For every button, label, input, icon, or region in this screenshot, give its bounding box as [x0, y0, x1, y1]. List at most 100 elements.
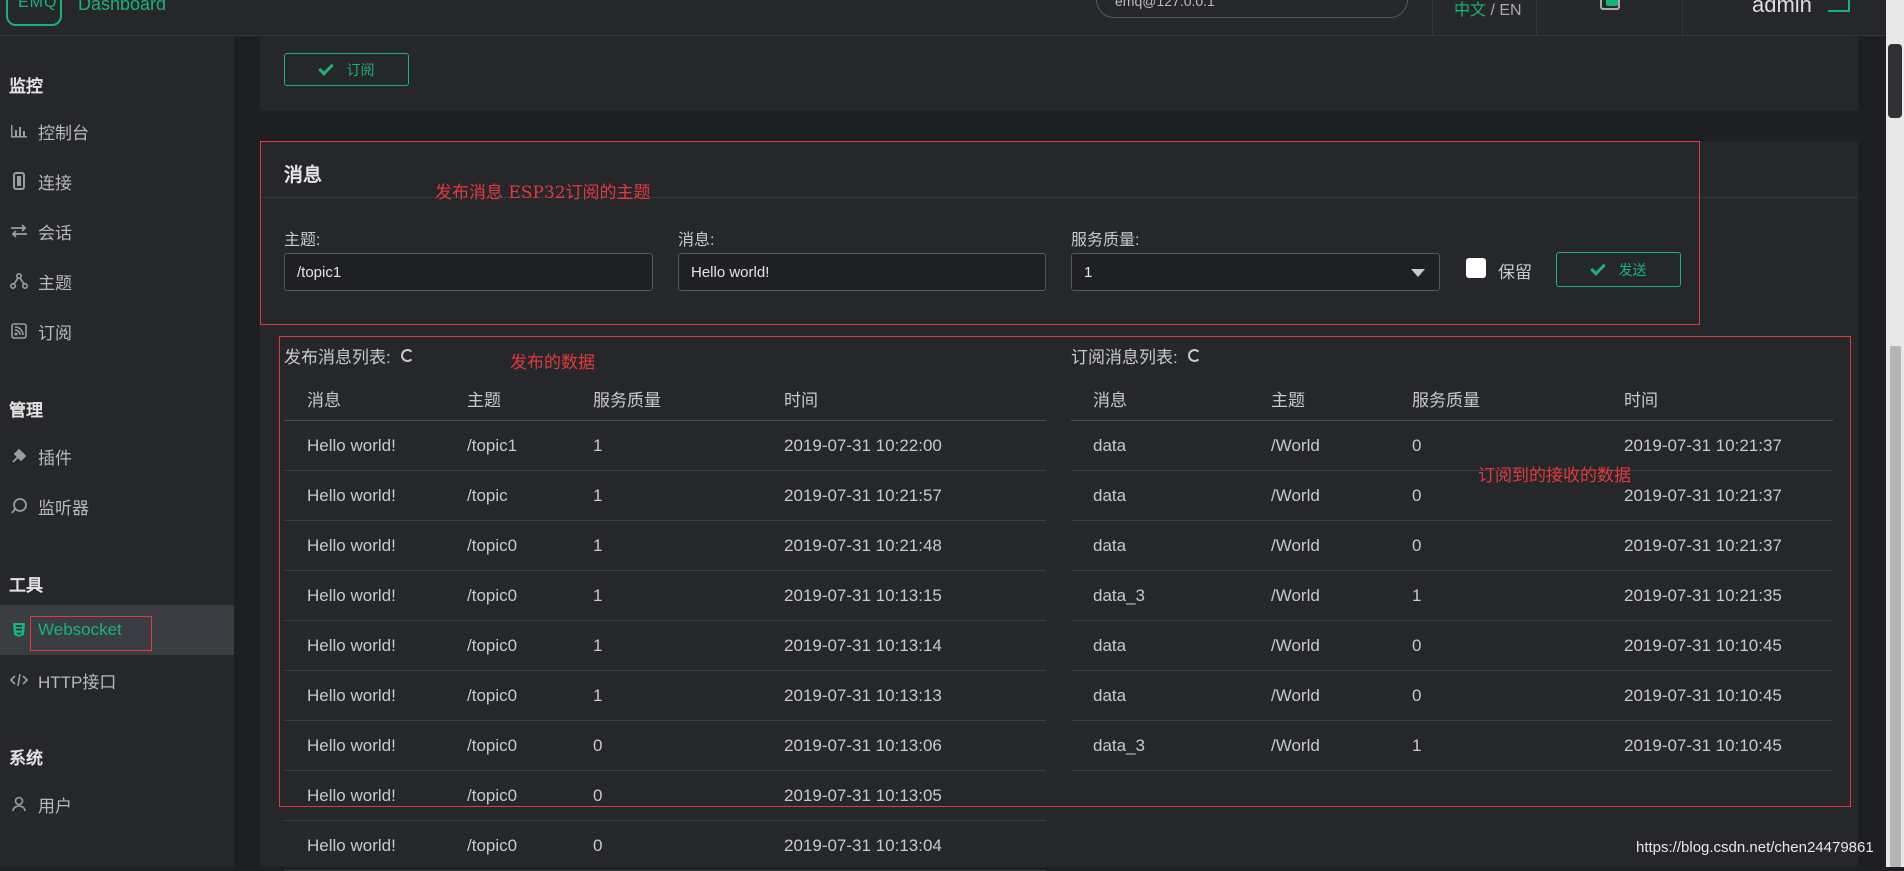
notification-icon[interactable] [1600, 0, 1620, 10]
sidebar-item-listeners[interactable]: 监听器 [0, 481, 234, 531]
message-input[interactable]: Hello world! [678, 253, 1046, 291]
table-cell: /topic0 [467, 736, 518, 755]
sidebar-item-label: 控制台 [38, 123, 89, 143]
subscribe-button[interactable]: 订阅 [284, 53, 409, 86]
sidebar-section-system: 系统 [9, 749, 43, 768]
annotation-subscribed-data: 订阅到的接收的数据 [1478, 466, 1631, 486]
table-row: Hello world! /topic0 0 2019-07-31 10:13:04 [284, 821, 1046, 871]
table-cell: 1 [1412, 586, 1422, 605]
sidebar-item-label: 订阅 [38, 323, 72, 343]
topic-label: 主题: [284, 232, 321, 249]
qos-select[interactable]: 1 [1071, 253, 1440, 291]
divider [1432, 0, 1433, 36]
lang-zh[interactable]: 中文 [1454, 2, 1486, 19]
table-cell: data_3 [1093, 736, 1145, 755]
check-icon [317, 59, 334, 76]
table-cell: Hello world! [307, 736, 396, 755]
table-row: data_3/World 1 2019-07-31 10:21:35 [1071, 571, 1833, 621]
table-cell: 2019-07-31 10:13:06 [784, 736, 942, 755]
table-cell: 2019-07-31 10:13:13 [784, 686, 942, 705]
qos-selected-value: 1 [1084, 264, 1093, 281]
table-cell: data_3 [1093, 586, 1145, 605]
top-bar: EMQ Dashboard emq@127.0.0.1 中文 / EN admi… [0, 0, 1886, 36]
published-table: 消息 主题 服务质量 时间 Hello world!/topic1 1 2019-0… [284, 371, 1046, 871]
sidebar-item-subscriptions[interactable]: 订阅 [0, 306, 234, 356]
app-title: Dashboard [78, 0, 167, 14]
dashboard-icon [9, 121, 29, 141]
sidebar-item-label: 用户 [38, 796, 72, 816]
annotation-box-publish-form [260, 141, 1700, 325]
sidebar-item-users[interactable]: 用户 [0, 779, 234, 829]
table-cell: 0 [1412, 686, 1422, 705]
sidebar-item-connections[interactable]: 连接 [0, 156, 234, 206]
sidebar-item-topics[interactable]: 主题 [0, 256, 234, 306]
published-list-title: 发布消息列表: [284, 343, 414, 368]
logout-icon[interactable] [1828, 0, 1850, 12]
lang-en[interactable]: EN [1499, 2, 1521, 19]
retain-checkbox[interactable] [1466, 258, 1486, 278]
table-cell: Hello world! [307, 436, 396, 455]
table-cell: /topic0 [467, 586, 518, 605]
sidebar-section-tools: 工具 [9, 576, 43, 595]
connection-icon [9, 171, 29, 191]
plugin-icon [9, 446, 29, 466]
table-row: Hello world! /topic1 1 2019-07-31 10:22:00 [284, 421, 1046, 471]
user-icon [9, 794, 29, 814]
retain-label: 保留 [1498, 263, 1532, 282]
sidebar-section-monitor: 监控 [9, 77, 43, 96]
node-selector[interactable]: emq@127.0.0.1 [1096, 0, 1408, 18]
annotation-box-websocket [30, 616, 152, 651]
session-icon [9, 221, 29, 241]
table-row: data/World 0 2019-07-31 10:21:37 [1071, 521, 1833, 571]
scrollbar-thumb[interactable] [1890, 346, 1901, 867]
table-row: data_3/World 1 2019-07-31 10:10:45 [1071, 721, 1833, 771]
table-cell: /World [1271, 736, 1320, 755]
subscribe-card [260, 36, 1858, 111]
user-name[interactable]: admin [1752, 0, 1812, 18]
sidebar-item-sessions[interactable]: 会话 [0, 206, 234, 256]
table-cell: 2019-07-31 10:13:14 [784, 636, 942, 655]
column-header: 消息 [307, 391, 341, 410]
topic-input[interactable]: /topic1 [284, 253, 653, 291]
table-header: 消息 主题 服务质量 时间 [284, 371, 1046, 421]
table-row: data/World 0 2019-07-31 10:21:37 [1071, 421, 1833, 471]
table-cell: /topic0 [467, 686, 518, 705]
subscribed-list-title: 订阅消息列表: [1071, 343, 1201, 368]
table-cell: data [1093, 486, 1127, 505]
table-row: Hello world! /topic0 0 2019-07-31 10:13:06 [284, 721, 1046, 771]
sidebar-item-http-api[interactable]: HTTP接口 [0, 655, 234, 705]
sidebar-item-label: 插件 [38, 448, 72, 468]
column-header: 服务质量 [1412, 391, 1480, 410]
table-cell: 2019-07-31 10:10:45 [1624, 636, 1782, 655]
sidebar-item-plugins[interactable]: 插件 [0, 431, 234, 481]
column-header: 时间 [784, 391, 818, 410]
sidebar-item-label: HTTP接口 [38, 672, 117, 692]
table-row: Hello world! /topic0 1 2019-07-31 10:13:14 [284, 621, 1046, 671]
refresh-icon[interactable] [400, 349, 414, 362]
listener-icon [9, 496, 29, 516]
language-switch[interactable]: 中文 / EN [1454, 0, 1522, 20]
table-cell: 0 [593, 736, 603, 755]
send-button[interactable]: 发送 [1556, 252, 1681, 287]
table-cell: 2019-07-31 10:10:45 [1624, 736, 1782, 755]
subscribed-list-label: 订阅消息列表: [1071, 348, 1178, 367]
table-row: Hello world! /topic0 1 2019-07-31 10:13:13 [284, 671, 1046, 721]
table-cell: Hello world! [307, 536, 396, 555]
sidebar-item-dashboard[interactable]: 控制台 [0, 106, 234, 156]
table-cell: Hello world! [307, 686, 396, 705]
scrollbar[interactable] [1886, 0, 1904, 867]
table-cell: /topic0 [467, 786, 518, 805]
table-cell: 2019-07-31 10:13:05 [784, 786, 942, 805]
table-cell: 2019-07-31 10:13:04 [784, 836, 942, 855]
table-cell: 0 [1412, 486, 1422, 505]
annotation-publish-topic: 发布消息 ESP32订阅的主题 [435, 183, 651, 203]
sidebar: 监控 控制台 连接 会话 主题 订阅 管理 插件 监听器 工具 Websocke… [0, 36, 234, 867]
table-cell: data [1093, 436, 1127, 455]
sidebar-item-label: 连接 [38, 173, 72, 193]
table-cell: 0 [1412, 536, 1422, 555]
scrollbar-widget [1888, 44, 1902, 118]
table-cell: data [1093, 536, 1127, 555]
refresh-icon[interactable] [1187, 349, 1201, 362]
sidebar-section-manage: 管理 [9, 401, 43, 420]
table-cell: 1 [593, 486, 603, 505]
